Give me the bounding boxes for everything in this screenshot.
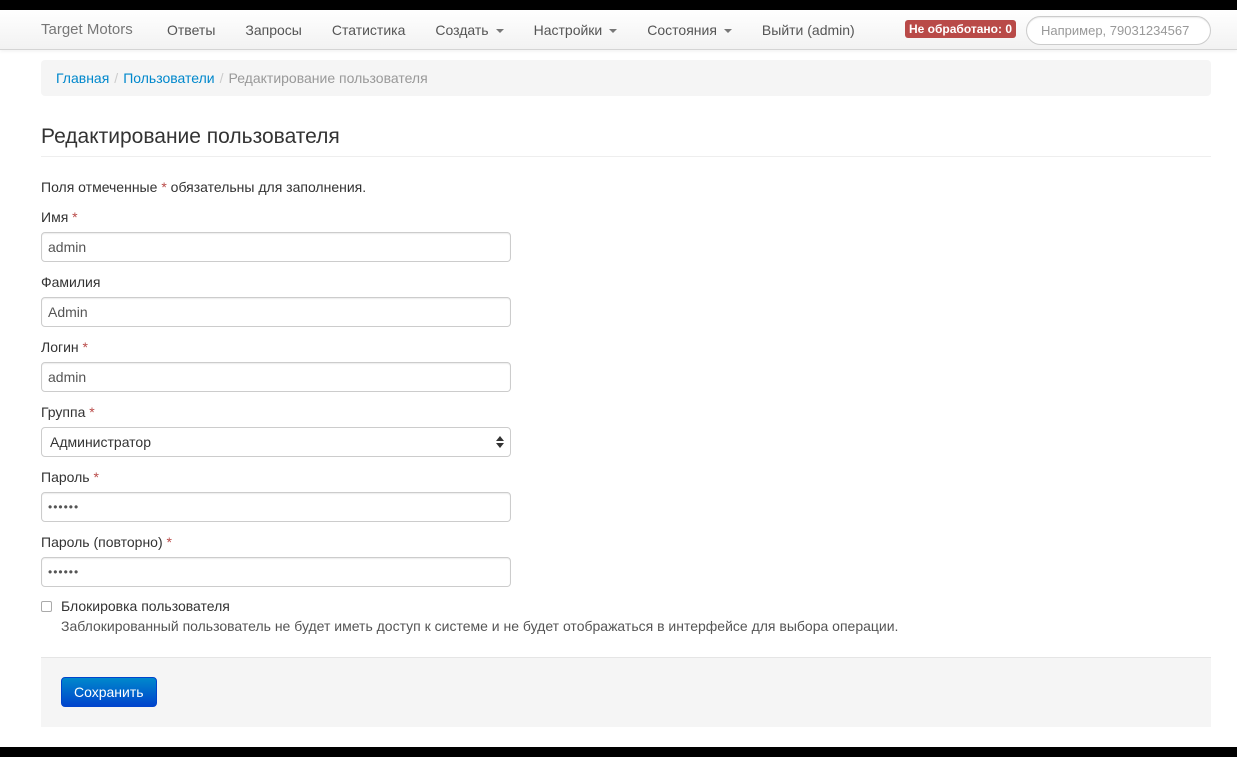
login-label: Логин * <box>41 339 88 355</box>
breadcrumb: Главная / Пользователи / Редактирование поль… <box>41 60 1211 96</box>
caret-down-icon <box>495 28 504 33</box>
page-title: Редактирование пользователя <box>41 125 340 148</box>
nav-item-states[interactable]: Состояния <box>632 10 747 50</box>
breadcrumb-home-link[interactable]: Главная <box>56 70 109 86</box>
last-name-label: Фамилия <box>41 274 101 290</box>
group-label: Группа * <box>41 404 95 420</box>
breadcrumb-separator: / <box>114 70 119 86</box>
group-select[interactable]: Администратор <box>41 427 511 457</box>
login-input[interactable] <box>41 362 511 392</box>
first-name-label: Имя * <box>41 209 78 225</box>
nav-item-logout[interactable]: Выйти (admin) <box>747 10 870 50</box>
breadcrumb-users-link[interactable]: Пользователи <box>123 70 214 86</box>
nav-item-create[interactable]: Создать <box>420 10 518 50</box>
first-name-input[interactable] <box>41 232 511 262</box>
password-repeat-label: Пароль (повторно) * <box>41 534 172 550</box>
nav-item-requests[interactable]: Запросы <box>230 10 316 50</box>
password-label: Пароль * <box>41 469 99 485</box>
caret-down-icon <box>723 28 732 33</box>
block-user-checkbox[interactable] <box>41 601 52 612</box>
select-arrows-icon <box>496 436 504 448</box>
block-user-label[interactable]: Блокировка пользователя <box>61 598 230 614</box>
password-input[interactable] <box>41 492 511 522</box>
app-window: Target Motors Ответы Запросы Статистика … <box>0 10 1237 747</box>
title-divider <box>41 156 1211 157</box>
save-button[interactable]: Сохранить <box>61 677 157 707</box>
block-user-help: Заблокированный пользователь не будет им… <box>61 618 899 634</box>
breadcrumb-current: Редактирование пользователя <box>228 70 428 86</box>
top-navbar: Target Motors Ответы Запросы Статистика … <box>0 10 1237 50</box>
breadcrumb-separator: / <box>219 70 224 86</box>
brand-link[interactable]: Target Motors <box>41 21 133 38</box>
nav-item-settings[interactable]: Настройки <box>519 10 633 50</box>
unprocessed-badge[interactable]: Не обработано: 0 <box>905 20 1016 38</box>
last-name-input[interactable] <box>41 297 511 327</box>
group-select-value: Администратор <box>50 434 152 450</box>
required-note: Поля отмеченные * обязательны для заполн… <box>41 179 367 195</box>
password-repeat-input[interactable] <box>41 557 511 587</box>
search-input[interactable] <box>1026 16 1211 45</box>
nav-item-statistics[interactable]: Статистика <box>317 10 421 50</box>
nav-item-answers[interactable]: Ответы <box>152 10 230 50</box>
form-actions: Сохранить <box>41 657 1211 727</box>
main-nav: Ответы Запросы Статистика Создать Настро… <box>152 10 870 50</box>
caret-down-icon <box>609 28 618 33</box>
